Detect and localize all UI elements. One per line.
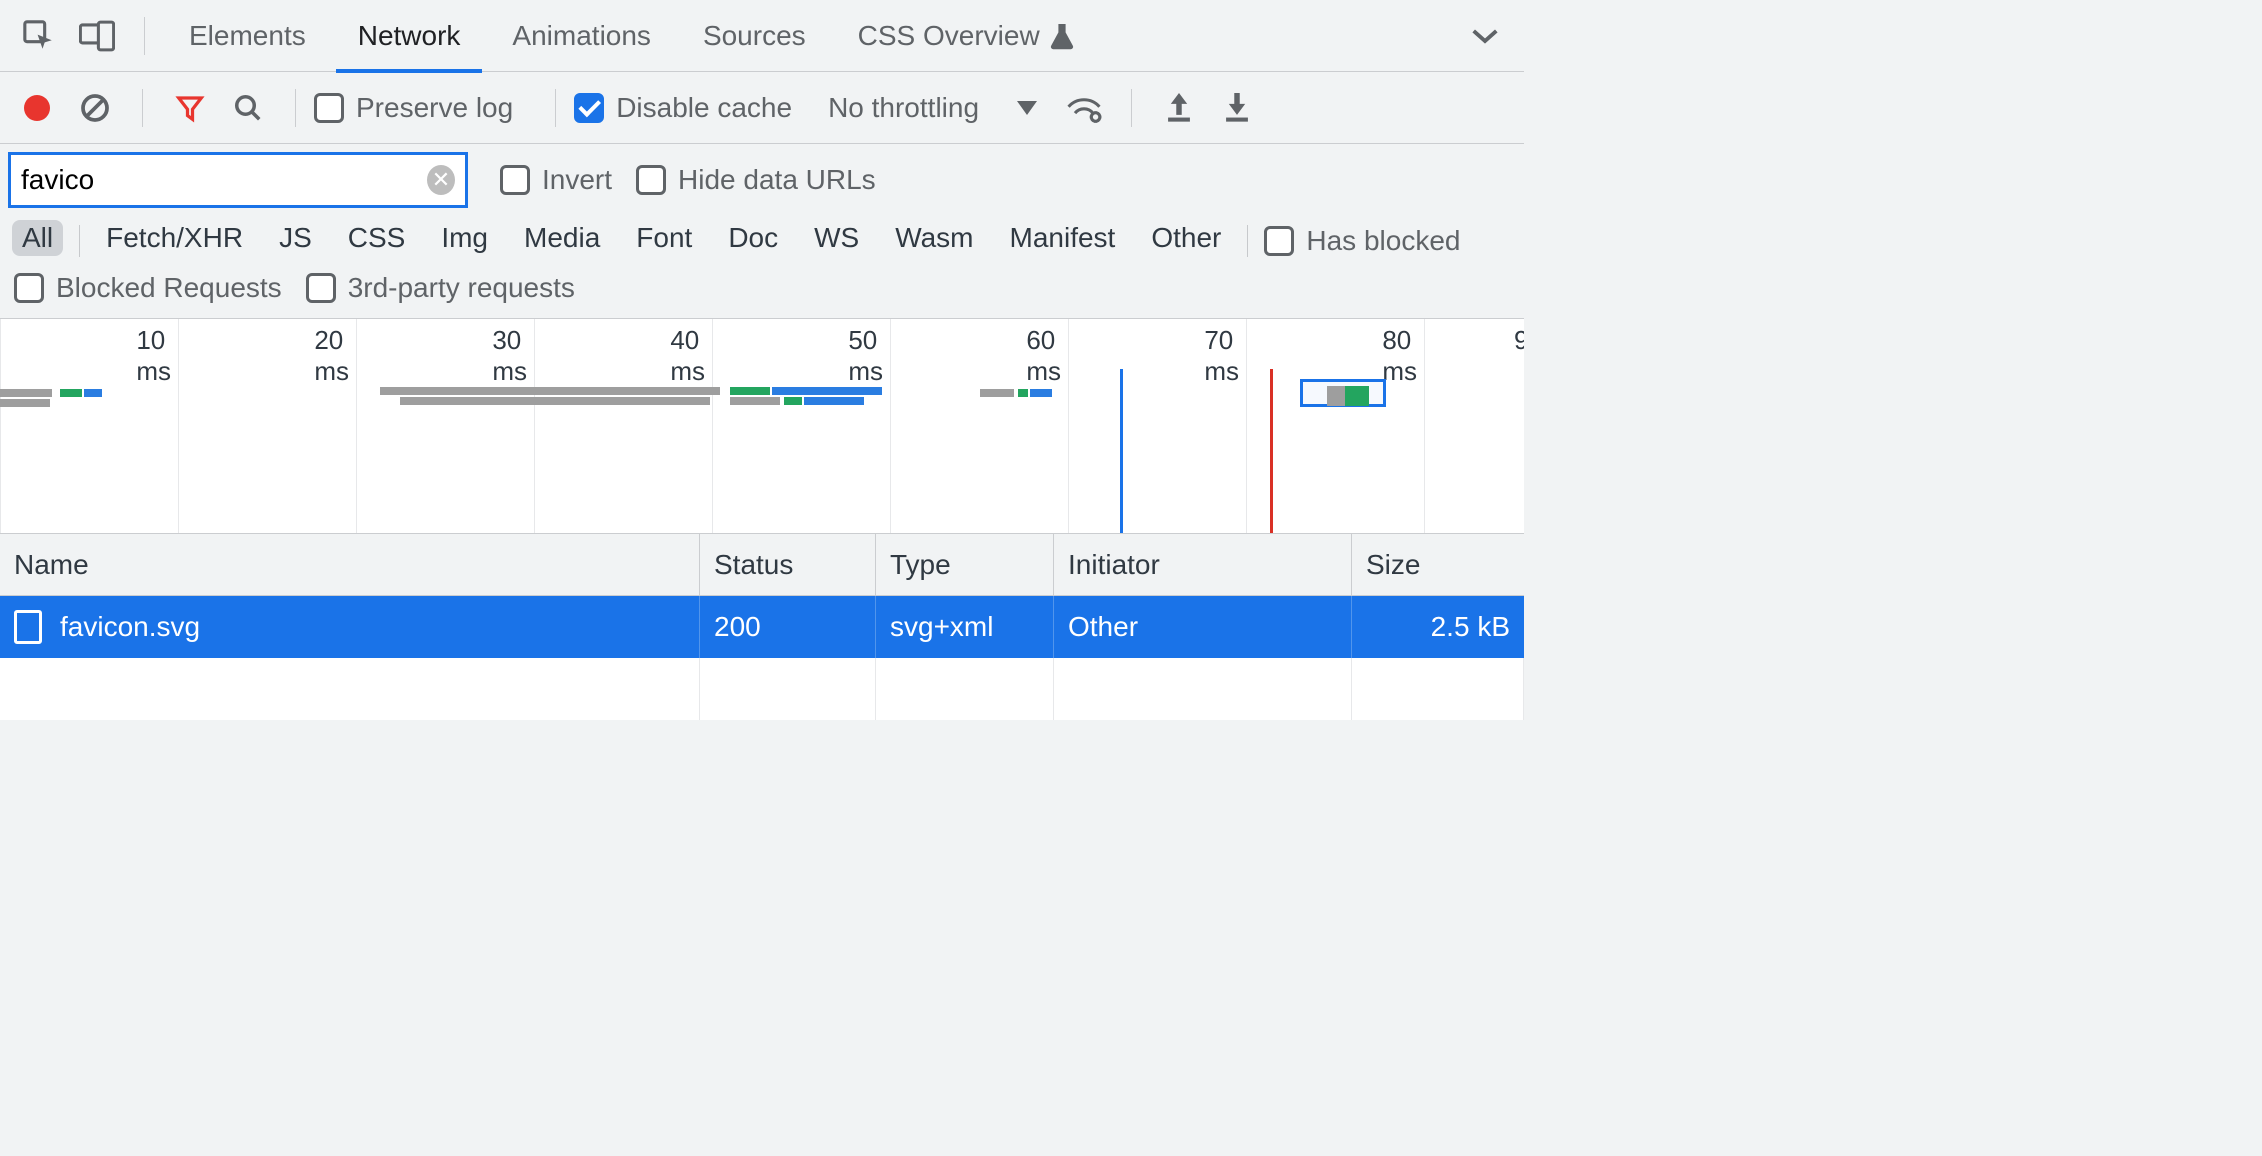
request-size: 2.5 kB	[1352, 596, 1524, 658]
filter-input[interactable]	[21, 164, 427, 196]
table-header: Name Status Type Initiator Size	[0, 534, 1524, 596]
type-wasm[interactable]: Wasm	[885, 220, 983, 256]
tab-css-overview[interactable]: CSS Overview	[832, 0, 1100, 72]
invert-checkbox[interactable]: Invert	[500, 164, 612, 196]
type-other[interactable]: Other	[1141, 220, 1231, 256]
record-button[interactable]	[8, 79, 66, 137]
filter-bar: ✕ Invert Hide data URLs	[0, 144, 1524, 216]
divider	[295, 89, 296, 127]
request-type: svg+xml	[876, 596, 1054, 658]
col-initiator[interactable]: Initiator	[1054, 534, 1352, 595]
filter-input-wrap: ✕	[8, 152, 468, 208]
divider	[1131, 89, 1132, 127]
throttling-select[interactable]: No throttling	[828, 92, 1037, 124]
tab-elements[interactable]: Elements	[163, 0, 332, 72]
waterfall-overview[interactable]: 10 ms 20 ms 30 ms 40 ms 50 ms 60 ms 70 m…	[0, 318, 1524, 534]
type-ws[interactable]: WS	[804, 220, 869, 256]
table-row[interactable]: favicon.svg 200 svg+xml Other 2.5 kB	[0, 596, 1524, 658]
type-manifest[interactable]: Manifest	[1000, 220, 1126, 256]
request-name: favicon.svg	[60, 611, 200, 643]
network-conditions-icon[interactable]	[1055, 79, 1113, 137]
divider	[144, 17, 145, 55]
filter-icon[interactable]	[161, 79, 219, 137]
has-blocked-checkbox[interactable]: Has blocked	[1264, 225, 1460, 257]
selection-box	[1300, 379, 1386, 407]
col-size[interactable]: Size	[1352, 534, 1524, 595]
requests-table: Name Status Type Initiator Size favicon.…	[0, 534, 1524, 720]
flask-icon	[1050, 21, 1074, 51]
search-icon[interactable]	[219, 79, 277, 137]
type-all[interactable]: All	[12, 220, 63, 256]
tab-animations[interactable]: Animations	[486, 0, 677, 72]
request-status: 200	[700, 596, 876, 658]
hide-data-urls-checkbox[interactable]: Hide data URLs	[636, 164, 876, 196]
network-toolbar: Preserve log Disable cache No throttling	[0, 72, 1524, 144]
resource-type-filters-row2: Blocked Requests 3rd-party requests	[0, 266, 1524, 318]
type-img[interactable]: Img	[431, 220, 498, 256]
clear-filter-icon[interactable]: ✕	[427, 165, 455, 195]
type-doc[interactable]: Doc	[718, 220, 788, 256]
divider	[1247, 225, 1248, 257]
third-party-checkbox[interactable]: 3rd-party requests	[306, 272, 575, 304]
resource-type-filters: All Fetch/XHR JS CSS Img Media Font Doc …	[0, 216, 1524, 266]
request-initiator: Other	[1054, 596, 1352, 658]
export-har-icon[interactable]	[1208, 79, 1266, 137]
type-font[interactable]: Font	[626, 220, 702, 256]
divider	[142, 89, 143, 127]
load-marker	[1270, 369, 1273, 533]
type-media[interactable]: Media	[514, 220, 610, 256]
blocked-requests-checkbox[interactable]: Blocked Requests	[14, 272, 282, 304]
type-fetch[interactable]: Fetch/XHR	[96, 220, 253, 256]
disable-cache-checkbox[interactable]: Disable cache	[574, 92, 792, 124]
file-icon	[14, 610, 42, 644]
import-har-icon[interactable]	[1150, 79, 1208, 137]
devtools-tabbar: Elements Network Animations Sources CSS …	[0, 0, 1524, 72]
clear-button[interactable]	[66, 79, 124, 137]
tab-network[interactable]: Network	[332, 0, 487, 72]
inspect-element-icon[interactable]	[10, 7, 68, 65]
more-tabs-icon[interactable]	[1456, 7, 1514, 65]
chevron-down-icon	[1017, 101, 1037, 115]
col-status[interactable]: Status	[700, 534, 876, 595]
divider	[79, 225, 80, 257]
domcontentloaded-marker	[1120, 369, 1123, 533]
type-css[interactable]: CSS	[338, 220, 416, 256]
tab-sources[interactable]: Sources	[677, 0, 832, 72]
device-toolbar-icon[interactable]	[68, 7, 126, 65]
col-type[interactable]: Type	[876, 534, 1054, 595]
type-js[interactable]: JS	[269, 220, 322, 256]
divider	[555, 89, 556, 127]
table-row-empty	[0, 658, 1524, 720]
col-name[interactable]: Name	[0, 534, 700, 595]
preserve-log-checkbox[interactable]: Preserve log	[314, 92, 513, 124]
